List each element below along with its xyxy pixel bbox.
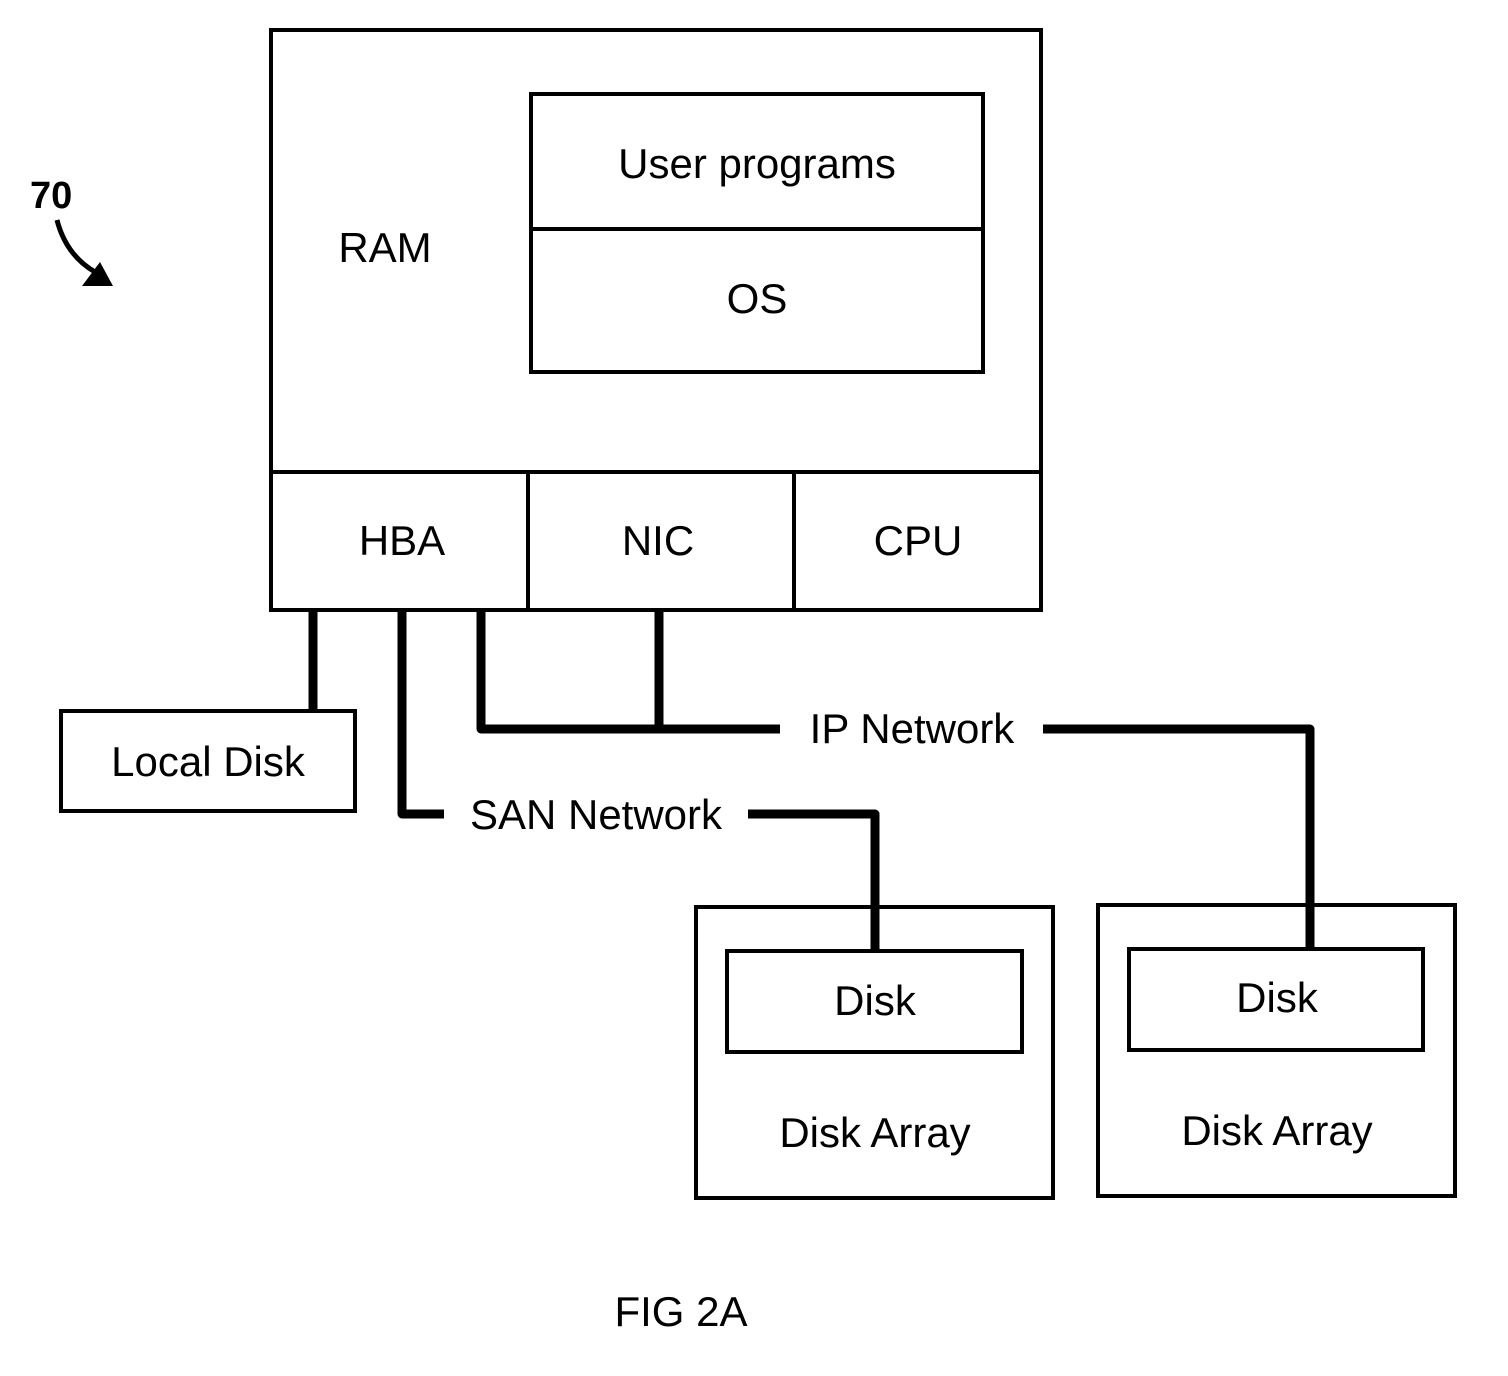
san-connection-right xyxy=(748,809,880,950)
ip-connection-right xyxy=(1043,724,1315,948)
figure-caption: FIG 2A xyxy=(614,1288,747,1335)
hba-label: HBA xyxy=(359,517,445,564)
disk-label: Disk xyxy=(1236,974,1319,1021)
local-disk-label: Local Disk xyxy=(111,738,306,785)
disk-array-label: Disk Array xyxy=(779,1109,970,1156)
ip-connection-left xyxy=(476,610,780,734)
disk-array-2: Disk Disk Array xyxy=(1096,903,1457,1198)
cpu-label: CPU xyxy=(874,517,963,564)
disk-array-1: Disk Disk Array xyxy=(694,905,1055,1200)
storage-architecture-diagram: 70 RAM User programs OS HBA NIC CPU Loca… xyxy=(30,28,1457,1335)
os-label: OS xyxy=(727,275,788,322)
san-connection-left xyxy=(397,610,444,819)
ram-label: RAM xyxy=(338,224,431,271)
san-network-label: SAN Network xyxy=(470,791,723,838)
reference-arrow-icon xyxy=(54,219,113,286)
user-programs-label: User programs xyxy=(618,140,896,187)
disk-array-label: Disk Array xyxy=(1181,1107,1372,1154)
disk-label: Disk xyxy=(834,977,917,1024)
ip-network-label: IP Network xyxy=(810,705,1016,752)
software-stack-box xyxy=(529,92,985,374)
nic-label: NIC xyxy=(622,517,694,564)
reference-number: 70 xyxy=(30,175,72,217)
